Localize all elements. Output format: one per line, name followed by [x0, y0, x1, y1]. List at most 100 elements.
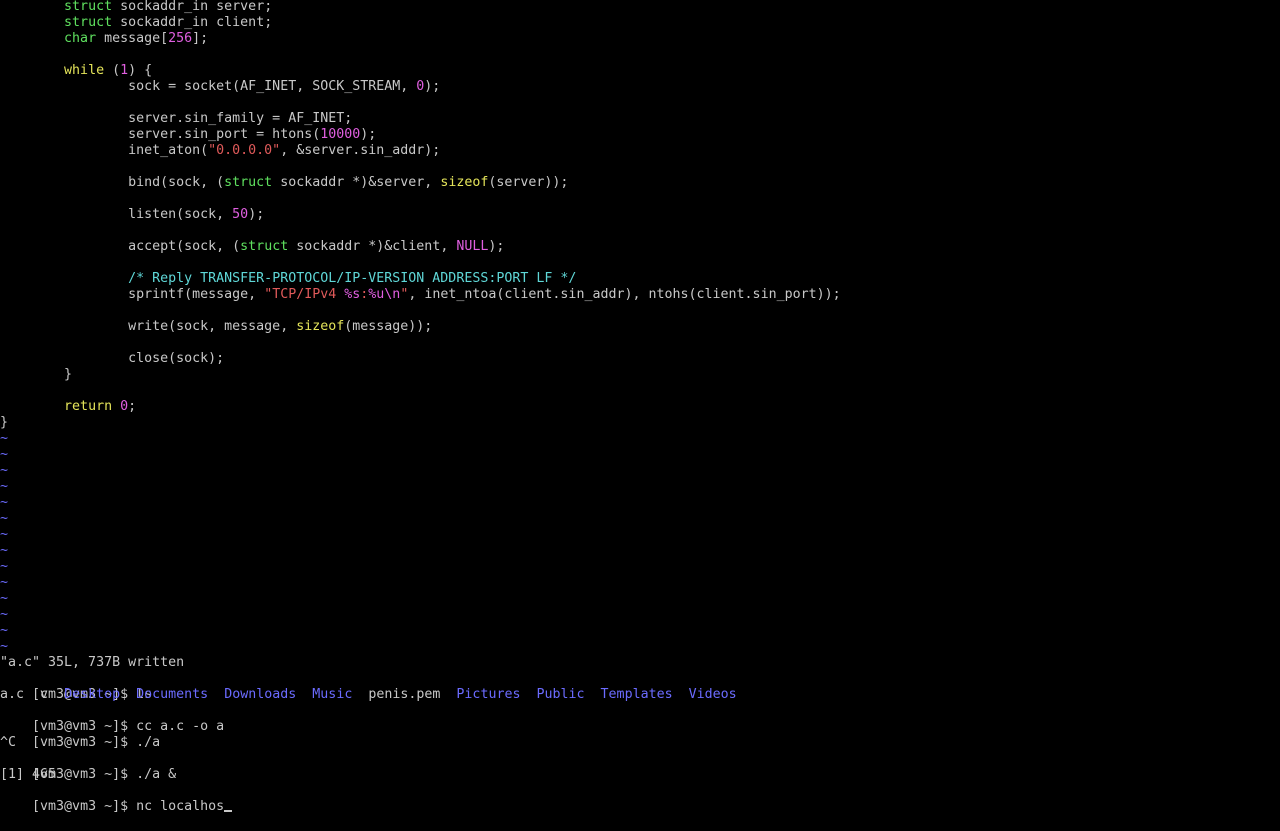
ls-directory-entry: Templates	[600, 687, 673, 702]
vim-tilde-line: ~	[0, 623, 9, 638]
code-token-str: "0.0.0.0"	[208, 143, 281, 158]
code-text: listen(sock,	[0, 207, 233, 222]
code-token-type: struct	[224, 175, 273, 190]
ls-file-entry: a.c	[0, 687, 25, 702]
code-text: message[	[96, 31, 169, 46]
vim-tilde-line: ~	[0, 511, 9, 526]
code-line: /* Reply TRANSFER-PROTOCOL/IP-VERSION AD…	[0, 271, 576, 287]
code-text: accept(sock, (	[0, 239, 241, 254]
code-text: }	[0, 367, 73, 382]
code-token-num: 10000	[320, 127, 361, 142]
code-text: ;	[128, 399, 137, 414]
code-text: );	[424, 79, 441, 94]
code-line: char message[256];	[0, 31, 208, 47]
code-text: sock = socket(AF_INET, SOCK_STREAM,	[0, 79, 417, 94]
code-line: return 0;	[0, 399, 136, 415]
code-line: struct sockaddr_in server;	[0, 0, 272, 15]
ls-directory-entry: Pictures	[456, 687, 521, 702]
code-text: close(sock);	[0, 351, 225, 366]
vim-status-message: "a.c" 35L, 737B written	[0, 655, 185, 670]
code-text: sprintf(message,	[0, 287, 265, 302]
vim-tilde-line: ~	[0, 559, 9, 574]
ls-directory-entry: Desktop	[64, 687, 121, 702]
code-text: sockaddr *)&client,	[288, 239, 457, 254]
code-text: sockaddr_in server;	[112, 0, 273, 14]
code-token-num: %s	[344, 287, 361, 302]
vim-tilde-line: ~	[0, 527, 9, 542]
ls-directory-entry: Videos	[688, 687, 737, 702]
code-text: , inet_ntoa(client.sin_addr), ntohs(clie…	[408, 287, 841, 302]
ls-directory-entry: Documents	[136, 687, 209, 702]
code-line: server.sin_family = AF_INET;	[0, 111, 352, 127]
job-output: [1] 465	[0, 767, 57, 782]
code-line: }	[0, 415, 8, 431]
code-text: }	[0, 415, 9, 430]
code-text: sockaddr *)&server,	[272, 175, 441, 190]
code-token-num: 256	[168, 31, 193, 46]
code-text: bind(sock, (	[0, 175, 225, 190]
code-line: write(sock, message, sizeof(message));	[0, 319, 432, 335]
ls-directory-entry: Public	[536, 687, 585, 702]
code-text: , &server.sin_addr);	[280, 143, 441, 158]
code-token-num: 0	[120, 399, 129, 414]
code-token-num: NULL	[456, 239, 489, 254]
text-cursor	[224, 810, 233, 812]
code-line: close(sock);	[0, 351, 224, 367]
shell-command: ./a	[136, 735, 161, 750]
ls-directory-entry: Downloads	[224, 687, 297, 702]
shell-line-run: [vm3@vm3 ~]$ ./a	[0, 719, 160, 750]
vim-tilde-line: ~	[0, 607, 9, 622]
code-text: server.sin_port = htons(	[0, 127, 321, 142]
code-token-kw: sizeof	[440, 175, 489, 190]
code-token-cmt: /* Reply TRANSFER-PROTOCOL/IP-VERSION AD…	[128, 271, 577, 286]
code-token-kw: while	[64, 63, 105, 78]
vim-tilde-line: ~	[0, 447, 9, 462]
shell-current-input[interactable]: nc localhos	[136, 799, 224, 814]
vim-tilde-line: ~	[0, 495, 9, 510]
code-token-num: 50	[232, 207, 249, 222]
code-line: accept(sock, (struct sockaddr *)&client,…	[0, 239, 504, 255]
code-token-type: struct	[240, 239, 289, 254]
shell-prompt: [vm3@vm3 ~]$	[32, 735, 137, 750]
code-text: write(sock, message,	[0, 319, 297, 334]
code-text: ];	[192, 31, 209, 46]
code-line: while (1) {	[0, 63, 152, 79]
code-text: ) {	[128, 63, 153, 78]
code-text: inet_aton(	[0, 143, 209, 158]
code-token-type: char	[64, 31, 97, 46]
code-text: (message));	[344, 319, 433, 334]
code-line: }	[0, 367, 72, 383]
code-line: server.sin_port = htons(10000);	[0, 127, 376, 143]
vim-tilde-line: ~	[0, 639, 9, 654]
code-line: inet_aton("0.0.0.0", &server.sin_addr);	[0, 143, 440, 159]
code-text: );	[488, 239, 505, 254]
shell-input-line[interactable]: [vm3@vm3 ~]$ nc localhos	[0, 783, 233, 814]
code-token-kw: return	[64, 399, 113, 414]
shell-prompt: [vm3@vm3 ~]$	[32, 799, 137, 814]
vim-tilde-line: ~	[0, 575, 9, 590]
ls-output: a.c c Desktop Documents Downloads Music …	[0, 687, 737, 703]
vim-tilde-line: ~	[0, 431, 9, 446]
code-token-type: struct	[64, 0, 113, 14]
code-token-kw: sizeof	[296, 319, 345, 334]
ls-file-entry: penis.pem	[368, 687, 441, 702]
ls-directory-entry: Music	[312, 687, 353, 702]
shell-line-bg: [vm3@vm3 ~]$ ./a &	[0, 751, 176, 782]
code-text: (	[104, 63, 121, 78]
vim-tilde-line: ~	[0, 543, 9, 558]
code-text: );	[360, 127, 377, 142]
vim-tilde-line: ~	[0, 463, 9, 478]
terminal-screen[interactable]: struct sockaddr_in server; struct sockad…	[0, 0, 1280, 814]
code-line: struct sockaddr_in client;	[0, 15, 272, 31]
code-token-type: struct	[64, 15, 113, 30]
shell-command: ./a &	[136, 767, 177, 782]
code-text: );	[248, 207, 265, 222]
code-line: bind(sock, (struct sockaddr *)&server, s…	[0, 175, 568, 191]
code-token-num: 1	[120, 63, 129, 78]
